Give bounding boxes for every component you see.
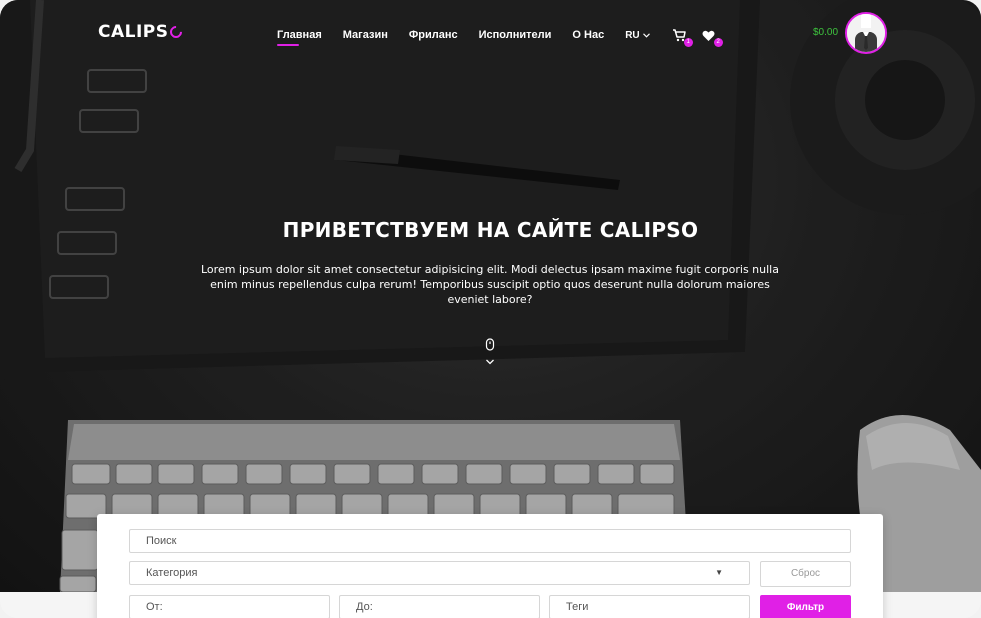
chevron-down-icon xyxy=(642,32,650,38)
hero-description: Lorem ipsum dolor sit amet consectetur a… xyxy=(201,263,779,306)
site-logo[interactable]: CALIPS xyxy=(98,22,184,42)
page-frame: CALIPS Главная Магазин Фриланс Исполните… xyxy=(0,0,981,618)
main-nav: Главная Магазин Фриланс Исполнители О На… xyxy=(277,27,732,47)
reset-button[interactable]: Сброс xyxy=(760,561,851,587)
category-select[interactable]: Категория ▼ xyxy=(129,561,750,585)
tags-input[interactable]: Теги xyxy=(549,595,750,618)
user-avatar[interactable] xyxy=(845,12,887,54)
hero-title: ПРИВЕТСТВУЕМ НА САЙТЕ CALIPSO xyxy=(282,218,699,242)
filter-button[interactable]: Фильтр xyxy=(760,595,851,618)
nav-item-performers[interactable]: Исполнители xyxy=(479,29,552,41)
site-header: CALIPS Главная Магазин Фриланс Исполните… xyxy=(0,0,981,66)
wishlist-count-badge: 2 xyxy=(713,38,723,47)
nav-item-about[interactable]: О Нас xyxy=(572,29,604,41)
filter-panel: Поиск Категория ▼ Сброс От: До: Теги Фил… xyxy=(97,514,883,618)
scroll-down-button[interactable] xyxy=(483,338,497,370)
nav-item-shop[interactable]: Магазин xyxy=(343,29,388,41)
price-to-input[interactable]: До: xyxy=(339,595,540,618)
price-from-input[interactable]: От: xyxy=(129,595,330,618)
mouse-scroll-icon xyxy=(485,338,495,365)
account-balance[interactable]: $0.00 xyxy=(813,27,838,38)
nav-item-home[interactable]: Главная xyxy=(277,29,322,46)
language-label: RU xyxy=(625,29,640,41)
logo-o-mark xyxy=(167,23,184,41)
heart-icon xyxy=(702,30,715,41)
category-placeholder: Категория xyxy=(146,567,198,579)
logo-text: CALIPS xyxy=(98,22,169,42)
nav-item-freelance[interactable]: Фриланс xyxy=(409,29,458,41)
language-selector[interactable]: RU xyxy=(625,29,650,41)
wishlist-button[interactable]: 2 xyxy=(702,27,723,47)
search-input[interactable]: Поиск xyxy=(129,529,851,553)
caret-down-icon: ▼ xyxy=(715,568,723,577)
cart-button[interactable]: 1 xyxy=(672,27,693,47)
user-avatar-icon xyxy=(847,14,885,52)
cart-count-badge: 1 xyxy=(683,38,693,47)
